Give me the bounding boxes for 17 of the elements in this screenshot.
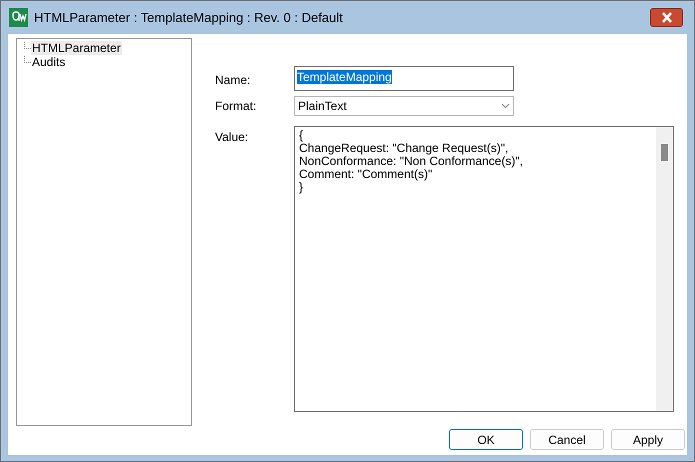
dialog-button[interactable]: OK bbox=[449, 429, 523, 450]
dialog-button[interactable]: Cancel bbox=[530, 429, 604, 450]
name-field[interactable]: TemplateMapping bbox=[294, 66, 514, 91]
value-text-area[interactable]: { ChangeRequest: "Change Request(s)", NonConformance: "Non Conformance(s)", Comment: "Comment(s)" } bbox=[294, 126, 674, 412]
value-label: Value: bbox=[215, 129, 250, 146]
close-icon bbox=[660, 12, 672, 23]
chevron-down-icon bbox=[501, 103, 510, 109]
format-label: Format: bbox=[215, 98, 258, 115]
tree-item[interactable]: HTMLParameter bbox=[31, 41, 122, 55]
tree-item[interactable]: Audits bbox=[31, 55, 66, 69]
close-button[interactable] bbox=[650, 8, 683, 27]
app-logo-icon bbox=[9, 8, 28, 27]
dialog-button[interactable]: Apply bbox=[611, 429, 685, 450]
name-label: Name: bbox=[215, 72, 252, 89]
scrollbar-thumb[interactable] bbox=[661, 144, 668, 161]
format-dropdown[interactable]: PlainText bbox=[294, 96, 514, 116]
window-title: HTMLParameter : TemplateMapping : Rev. 0 : Default bbox=[34, 8, 343, 27]
